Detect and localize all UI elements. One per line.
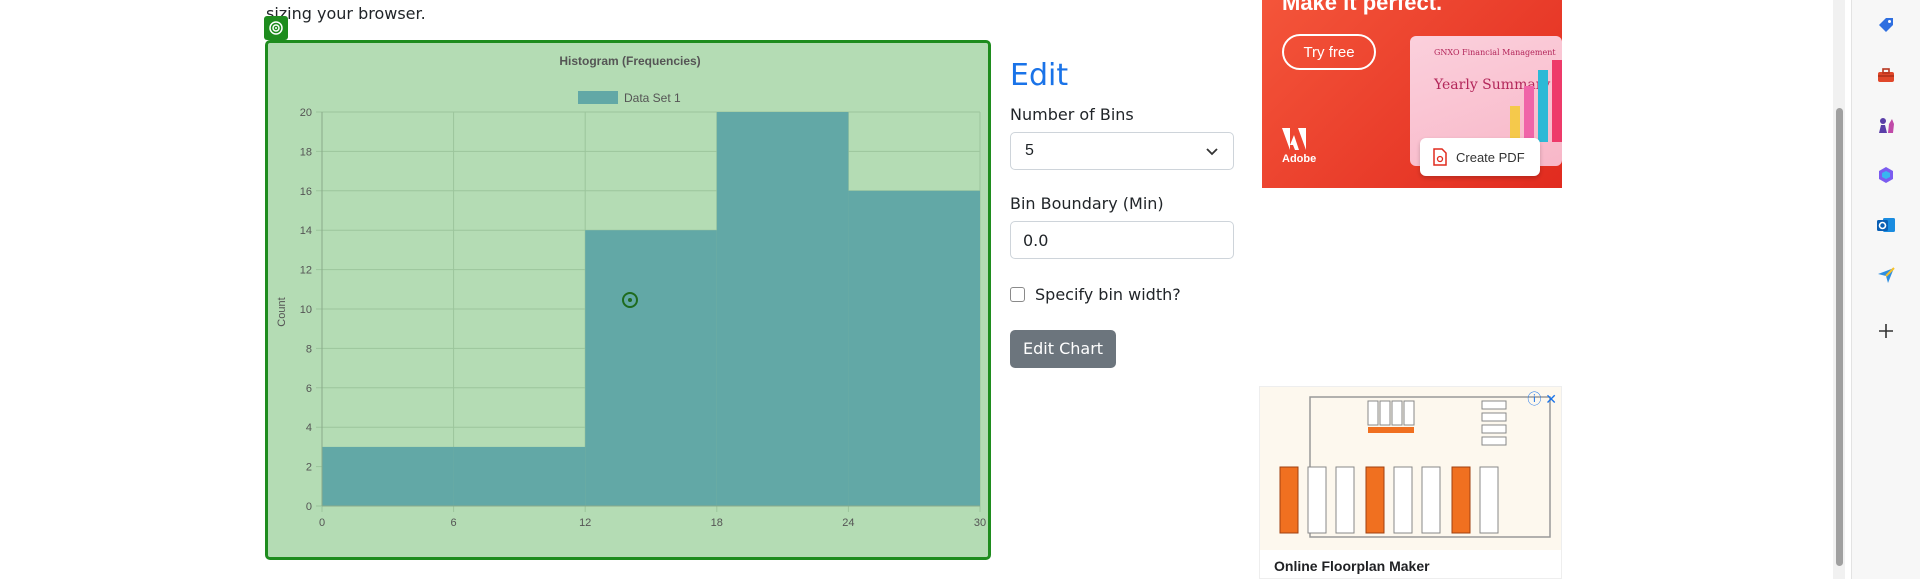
y-tick-label: 8 bbox=[306, 343, 312, 355]
boundary-input[interactable] bbox=[1010, 221, 1234, 259]
y-axis-label: Count bbox=[276, 297, 288, 326]
y-tick-label: 6 bbox=[306, 383, 312, 395]
histogram-bar[interactable] bbox=[716, 112, 849, 506]
y-tick-label: 20 bbox=[300, 107, 312, 119]
page: sizing your browser. Histogram (Frequenc… bbox=[0, 0, 1920, 579]
outlook-icon[interactable] bbox=[1875, 214, 1897, 236]
floorplan-image bbox=[1279, 396, 1551, 538]
ad-create-pdf-button[interactable]: Create PDF bbox=[1420, 138, 1540, 176]
bins-select[interactable]: 5 bbox=[1010, 132, 1234, 170]
y-tick-label: 2 bbox=[306, 462, 312, 474]
intro-text: sizing your browser. bbox=[266, 4, 426, 23]
add-icon[interactable] bbox=[1875, 320, 1897, 342]
legend-swatch bbox=[578, 91, 618, 104]
bin-width-label[interactable]: Specify bin width? bbox=[1035, 285, 1181, 304]
x-tick-label: 6 bbox=[451, 517, 457, 529]
bins-select-value: 5 bbox=[1025, 142, 1034, 159]
bin-width-checkbox[interactable] bbox=[1010, 287, 1025, 302]
x-tick-label: 30 bbox=[974, 517, 986, 529]
y-tick-label: 10 bbox=[300, 304, 312, 316]
ad-try-free-button[interactable]: Try free bbox=[1282, 34, 1376, 70]
tag-icon[interactable] bbox=[1875, 14, 1897, 36]
chess-icon[interactable] bbox=[1875, 114, 1897, 136]
x-tick-label: 0 bbox=[319, 517, 325, 529]
chart-target-icon[interactable] bbox=[264, 16, 288, 40]
y-tick-label: 14 bbox=[300, 225, 312, 237]
histogram-bar[interactable] bbox=[453, 446, 586, 506]
histogram-svg: Histogram (Frequencies) Data Set 1 Count… bbox=[276, 54, 986, 529]
pdf-icon bbox=[1433, 148, 1447, 166]
y-tick-label: 12 bbox=[300, 265, 312, 277]
adobe-ad[interactable]: Make it perfect. Try free GNXO Financial… bbox=[1262, 0, 1562, 188]
edit-chart-button[interactable]: Edit Chart bbox=[1010, 330, 1117, 368]
ad-pdf-label: Create PDF bbox=[1456, 149, 1525, 165]
boundary-label: Bin Boundary (Min) bbox=[1010, 194, 1164, 213]
histogram-bar[interactable] bbox=[322, 446, 454, 506]
send-icon[interactable] bbox=[1875, 264, 1897, 286]
chevron-down-icon bbox=[1206, 148, 1218, 156]
copilot-icon[interactable] bbox=[1875, 164, 1897, 186]
scrollbar-thumb[interactable] bbox=[1836, 108, 1843, 566]
edit-panel: Edit Number of Bins 5 Bin Boundary (Min)… bbox=[1010, 58, 1260, 368]
ad-caption[interactable]: Online Floorplan Maker bbox=[1260, 550, 1561, 578]
x-tick-label: 18 bbox=[711, 517, 723, 529]
legend-label[interactable]: Data Set 1 bbox=[624, 91, 681, 105]
y-tick-label: 16 bbox=[300, 186, 312, 198]
x-tick-label: 12 bbox=[579, 517, 591, 529]
toolbox-icon[interactable] bbox=[1875, 64, 1897, 86]
floorplan-ad[interactable]: ⓘ ✕ Online Floorplan Maker bbox=[1259, 386, 1562, 579]
adobe-logo: Adobe bbox=[1282, 128, 1316, 165]
edit-title: Edit bbox=[1010, 58, 1069, 93]
y-tick-label: 0 bbox=[306, 501, 312, 513]
adobe-logo-icon bbox=[1282, 128, 1306, 150]
histogram-chart[interactable]: Histogram (Frequencies) Data Set 1 Count… bbox=[265, 40, 991, 560]
ad-close-icon[interactable]: ⓘ ✕ bbox=[1527, 389, 1557, 409]
y-tick-label: 4 bbox=[306, 422, 312, 434]
edge-sidebar bbox=[1851, 0, 1920, 579]
histogram-bar[interactable] bbox=[585, 230, 717, 506]
adobe-logo-text: Adobe bbox=[1282, 153, 1317, 165]
x-tick-label: 24 bbox=[842, 517, 854, 529]
chart-title: Histogram (Frequencies) bbox=[559, 54, 700, 68]
ad-chart-graphic bbox=[1510, 60, 1562, 142]
bin-width-row: Specify bin width? bbox=[1010, 285, 1260, 304]
y-tick-label: 18 bbox=[300, 146, 312, 158]
bins-label: Number of Bins bbox=[1010, 105, 1134, 124]
histogram-bar[interactable] bbox=[848, 190, 980, 507]
ad-headline: Make it perfect. bbox=[1282, 0, 1443, 15]
